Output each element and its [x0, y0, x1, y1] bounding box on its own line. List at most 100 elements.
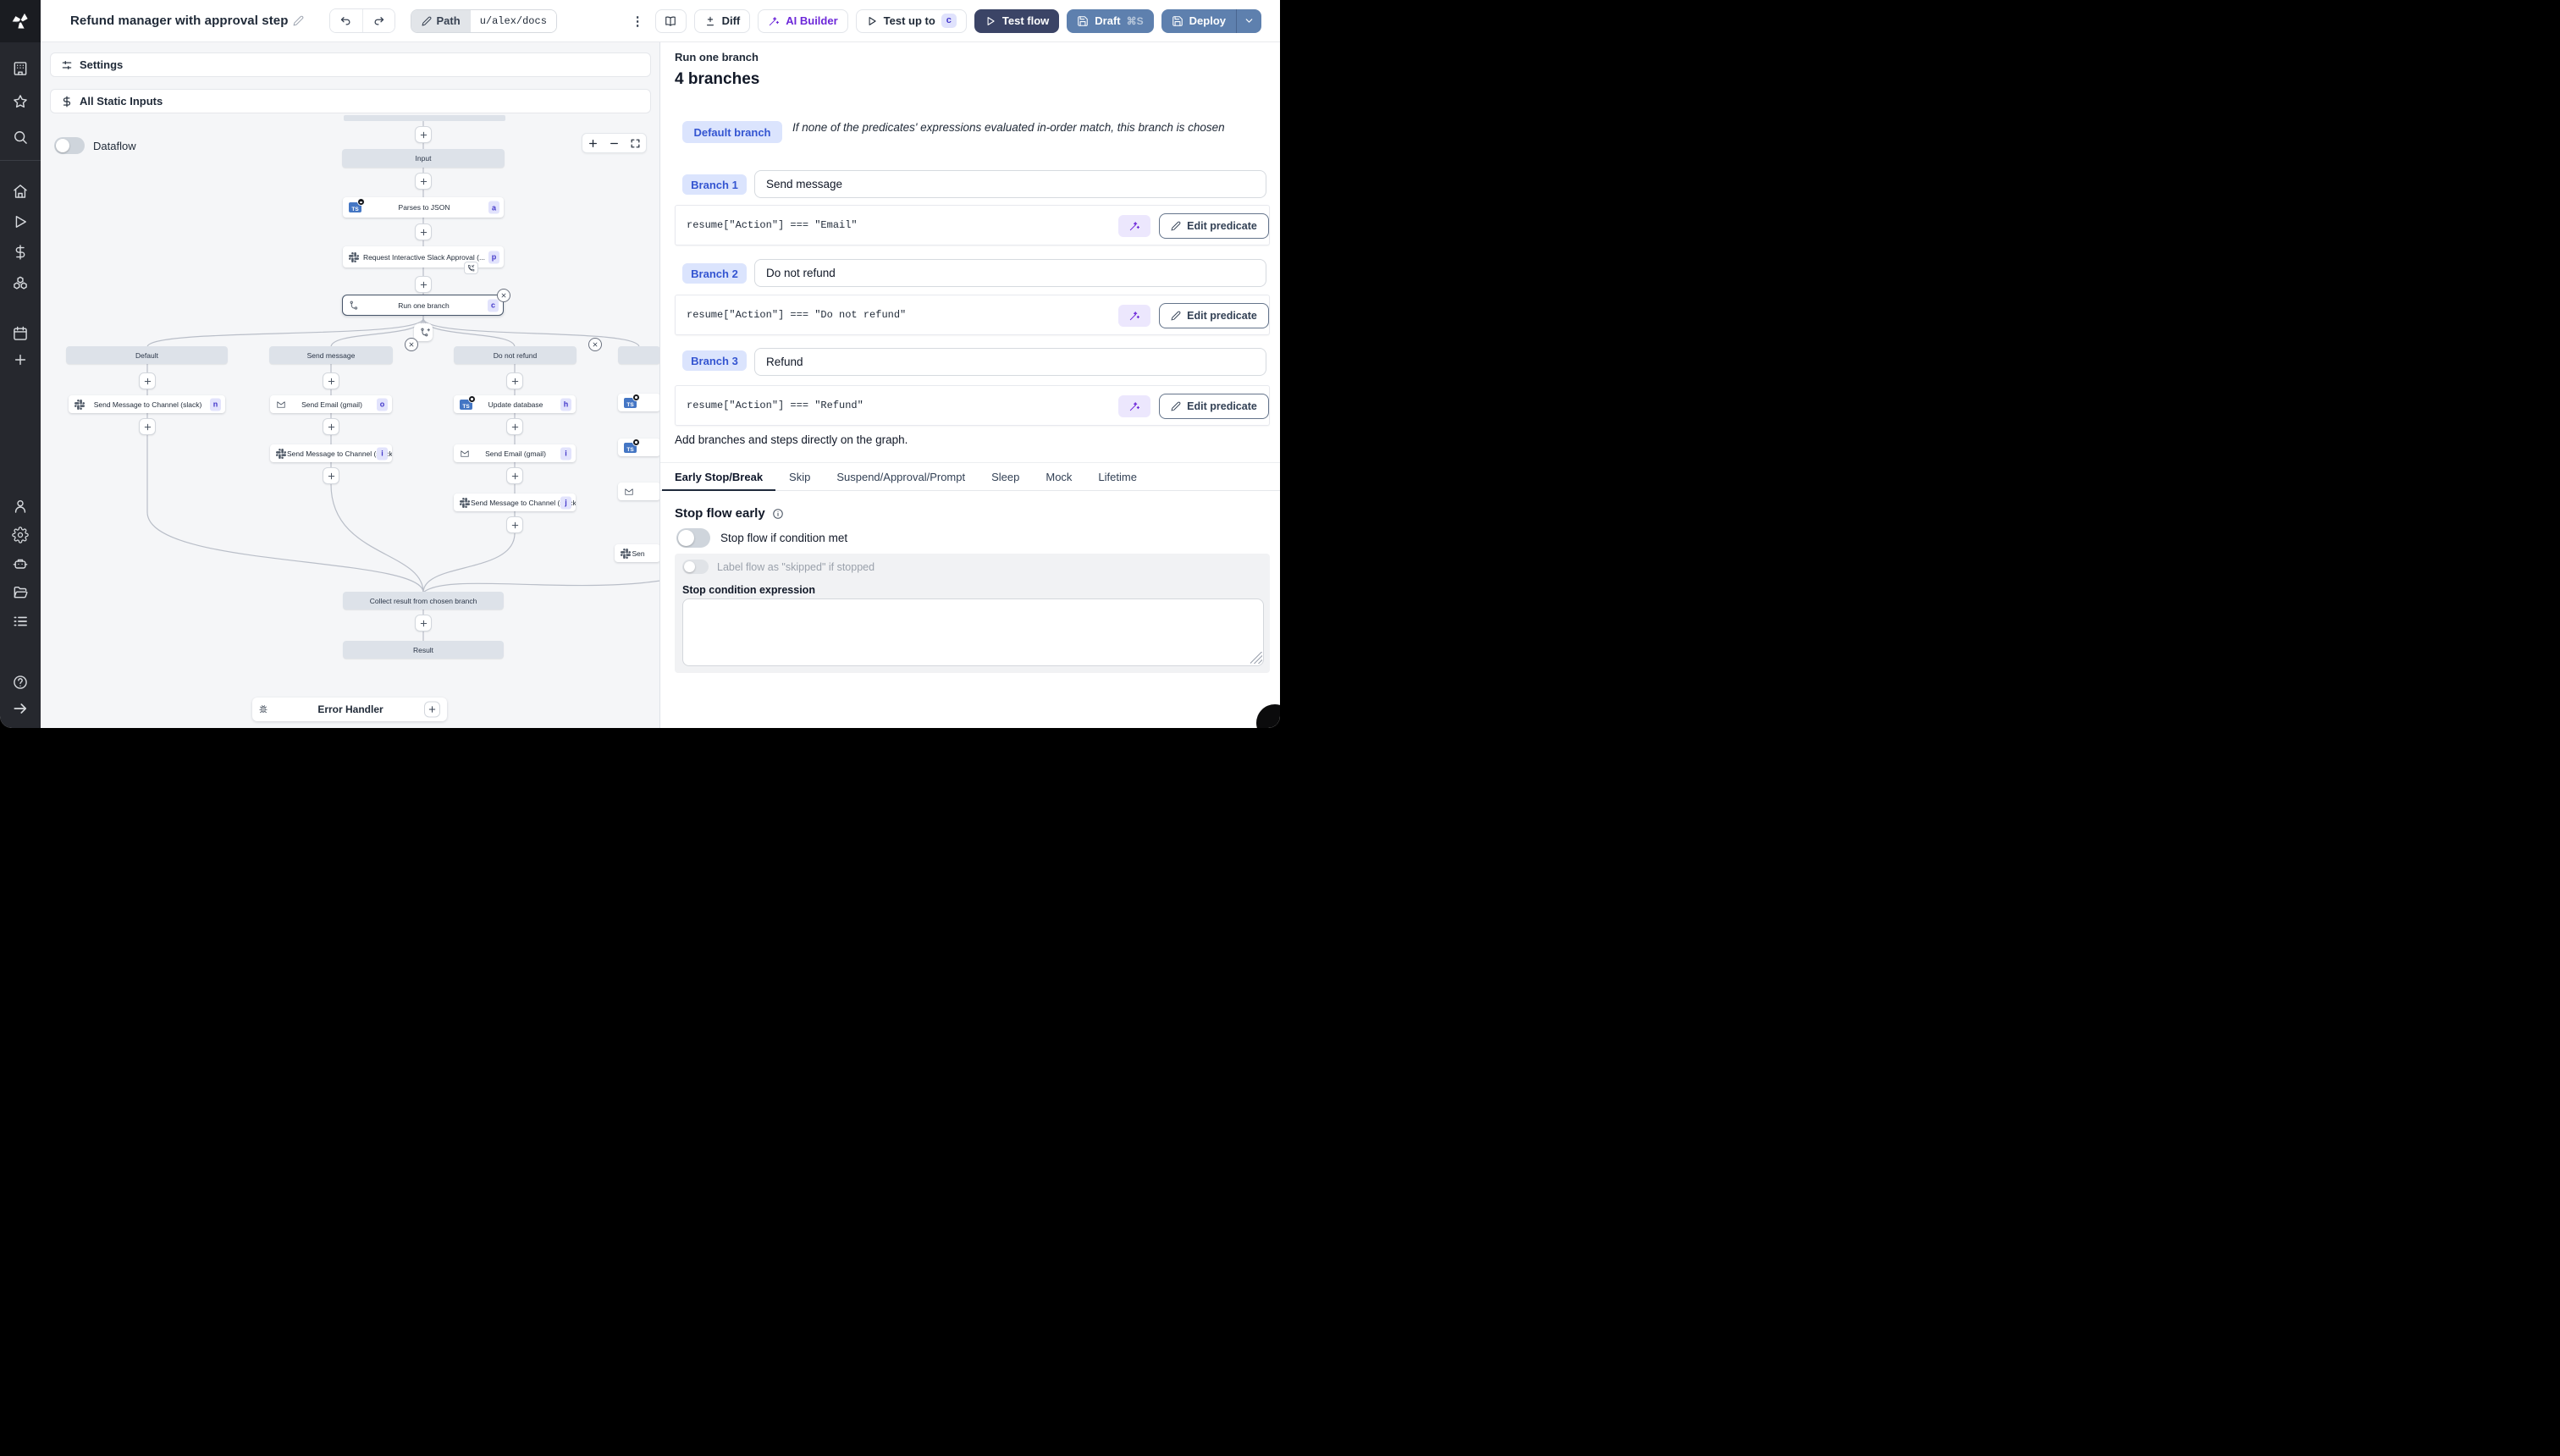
docs-button[interactable] [654, 8, 687, 33]
variables-icon[interactable] [10, 242, 30, 262]
graph-node-input[interactable]: Input [342, 149, 505, 168]
stop-flow-toggle[interactable] [676, 528, 710, 548]
tab-early-stop-break[interactable]: Early Stop/Break [662, 463, 776, 491]
insert-step-button[interactable] [506, 516, 523, 533]
graph-node-parses[interactable]: TS Parses to JSON a [343, 197, 504, 218]
add-icon[interactable] [10, 350, 30, 370]
remove-node-button[interactable] [588, 338, 602, 351]
graph-node-h_refundno[interactable]: Do not refund [454, 346, 577, 364]
graph-node-h_partial[interactable] [618, 346, 659, 364]
test-up-to-button[interactable]: Test up to c [855, 8, 967, 33]
logs-icon[interactable] [10, 611, 30, 631]
tab-suspend-approval-prompt[interactable]: Suspend/Approval/Prompt [824, 463, 978, 491]
test-flow-button[interactable]: Test flow [974, 8, 1060, 33]
graph-node-c4s3[interactable] [618, 483, 659, 500]
settings-icon[interactable] [10, 525, 30, 545]
insert-step-button[interactable] [139, 418, 156, 435]
graph-node-c1s1[interactable]: Send Message to Channel (slack) n [69, 395, 225, 413]
ai-predicate-button[interactable] [1118, 395, 1150, 417]
workers-icon[interactable] [10, 554, 30, 574]
insert-step-button[interactable] [506, 372, 523, 389]
workspace-icon[interactable] [10, 58, 30, 79]
folders-icon[interactable] [10, 582, 30, 603]
graph-node-c3s2[interactable]: Send Email (gmail) i [454, 444, 576, 462]
redo-button[interactable] [361, 9, 394, 32]
favorites-icon[interactable] [10, 91, 30, 112]
search-icon[interactable] [10, 127, 30, 147]
branch-summary-input[interactable] [754, 170, 1266, 198]
insert-step-button[interactable] [415, 615, 432, 631]
all-static-inputs-bar[interactable]: All Static Inputs [50, 89, 651, 113]
graph-node-c2s1[interactable]: Send Email (gmail) o [270, 395, 392, 413]
flow-title[interactable]: Refund manager with approval step [70, 14, 289, 28]
graph-node-error_handler[interactable]: Error Handler [252, 698, 447, 721]
more-menu-icon[interactable]: ⋮ [628, 14, 648, 29]
path-button[interactable]: Path [411, 9, 471, 32]
edit-title-icon[interactable] [293, 15, 304, 26]
insert-step-button[interactable] [323, 418, 339, 435]
home-icon[interactable] [10, 181, 30, 201]
users-icon[interactable] [10, 496, 30, 516]
insert-step-button[interactable] [506, 418, 523, 435]
tab-mock[interactable]: Mock [1033, 463, 1084, 491]
deploy-options-button[interactable] [1236, 8, 1261, 33]
insert-step-button[interactable] [139, 372, 156, 389]
graph-node-run_one_branch[interactable]: Run one branch c [342, 295, 504, 316]
stop-condition-input[interactable] [682, 598, 1264, 666]
fit-view-button[interactable] [625, 134, 646, 152]
path-value[interactable]: u/alex/docs [470, 9, 556, 32]
tab-sleep[interactable]: Sleep [979, 463, 1032, 491]
graph-node-h_send[interactable]: Send message [269, 346, 393, 364]
remove-node-button[interactable] [405, 338, 418, 351]
insert-step-button[interactable] [506, 467, 523, 484]
zoom-in-button[interactable] [582, 134, 604, 152]
resources-icon[interactable] [10, 273, 30, 294]
draft-button[interactable]: Draft ⌘S [1067, 8, 1154, 33]
insert-step-button[interactable] [323, 467, 339, 484]
schedules-icon[interactable] [10, 323, 30, 344]
runs-icon[interactable] [10, 212, 30, 232]
insert-step-button[interactable] [415, 223, 432, 240]
remove-node-button[interactable] [497, 289, 510, 302]
tab-skip[interactable]: Skip [776, 463, 823, 491]
insert-step-button[interactable] [323, 372, 339, 389]
tab-lifetime[interactable]: Lifetime [1085, 463, 1150, 491]
graph-node-c4s1[interactable]: TS [618, 393, 659, 411]
branch-summary-input[interactable] [754, 259, 1266, 287]
graph-node-branch_add[interactable] [414, 323, 433, 341]
graph-node-c3s3[interactable]: Send Message to Channel (slack) j [454, 494, 576, 511]
info-icon[interactable] [772, 508, 784, 520]
windmill-logo[interactable] [0, 0, 41, 42]
ai-predicate-button[interactable] [1118, 215, 1150, 237]
deploy-button[interactable]: Deploy [1161, 9, 1236, 33]
graph-node-c2s2[interactable]: Send Message to Channel (slack) i [270, 444, 392, 462]
graph-node-c4s4[interactable]: Sen [615, 544, 659, 562]
graph-node-slack_approval[interactable]: Request Interactive Slack Approval (... p [343, 246, 504, 274]
edit-predicate-button[interactable]: Edit predicate [1159, 303, 1269, 328]
topbar-actions: ⋮ Diff AI Builder Test up to c Test flow … [628, 8, 1261, 33]
graph-node-result[interactable]: Result [343, 641, 504, 659]
undo-button[interactable] [329, 9, 362, 32]
diff-button[interactable]: Diff [693, 8, 751, 33]
edit-predicate-button[interactable]: Edit predicate [1159, 213, 1269, 239]
insert-step-button[interactable] [415, 276, 432, 293]
flow-settings-bar[interactable]: Settings [50, 52, 651, 77]
node-id-badge: p [488, 251, 499, 263]
add-error-handler-button[interactable] [424, 701, 440, 718]
graph-node-c3s1[interactable]: TS Update database h [454, 394, 576, 413]
help-icon[interactable] [10, 672, 30, 692]
label-skipped-toggle[interactable] [682, 560, 709, 574]
edit-predicate-button[interactable]: Edit predicate [1159, 394, 1269, 419]
dataflow-toggle[interactable] [54, 137, 85, 154]
ai-predicate-button[interactable] [1118, 305, 1150, 327]
insert-step-button[interactable] [415, 173, 432, 190]
insert-step-button[interactable] [415, 126, 432, 143]
graph-node-collect[interactable]: Collect result from chosen branch [343, 592, 504, 609]
zoom-out-button[interactable] [604, 134, 625, 152]
branch-summary-input[interactable] [754, 348, 1266, 376]
graph-node-h_default[interactable]: Default [66, 346, 228, 364]
ai-builder-button[interactable]: AI Builder [758, 8, 848, 33]
panel-title: 4 branches [675, 70, 760, 88]
collapse-icon[interactable] [10, 698, 30, 719]
graph-node-c4s2[interactable]: TS [618, 438, 659, 456]
